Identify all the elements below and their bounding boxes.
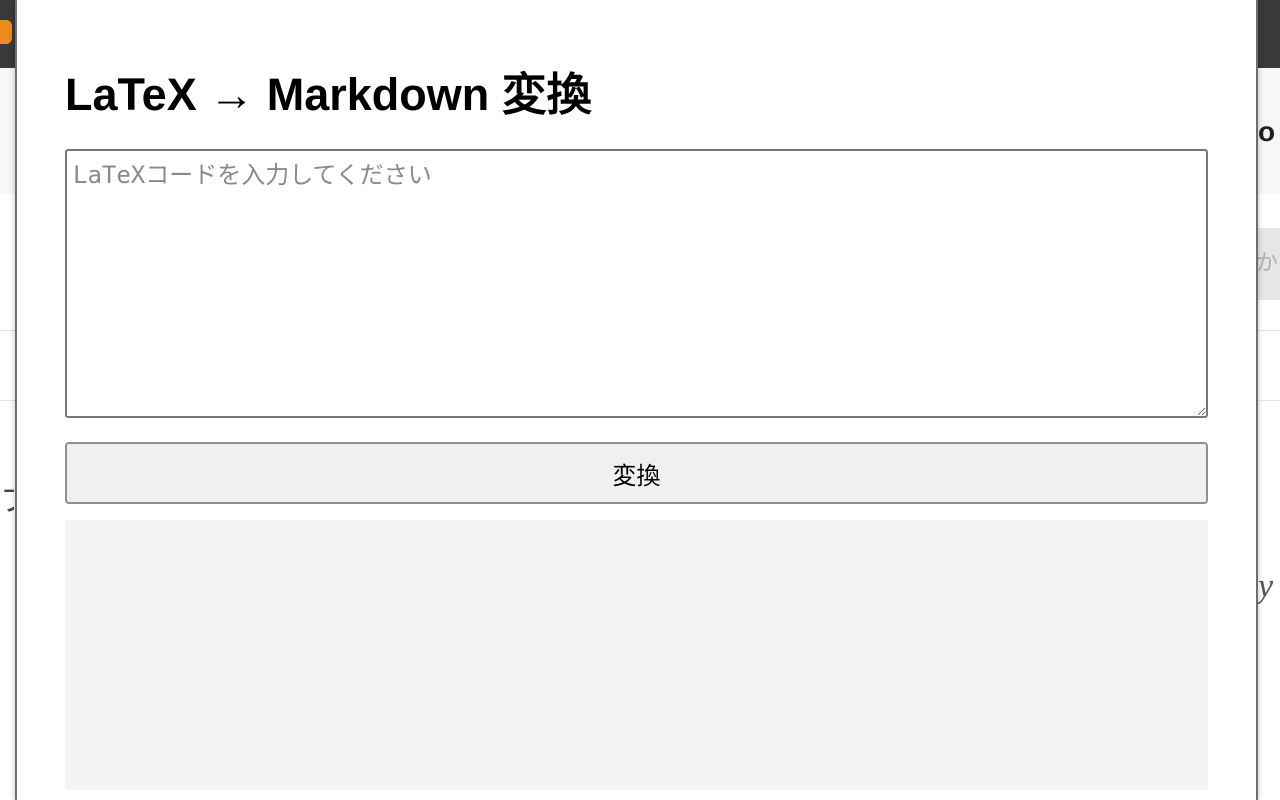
converter-popup: LaTeX → Markdown 変換 変換 [15,0,1258,800]
markdown-output [65,520,1208,790]
latex-input[interactable] [65,149,1208,418]
background-right-input: か [1256,228,1280,300]
convert-button[interactable]: 変換 [65,442,1208,504]
background-app-icon [0,20,12,44]
background-right-italic-text: y [1258,568,1274,605]
background-right-text: o [1258,116,1276,147]
background-left-text: フ [0,476,14,516]
popup-title: LaTeX → Markdown 変換 [65,69,592,120]
